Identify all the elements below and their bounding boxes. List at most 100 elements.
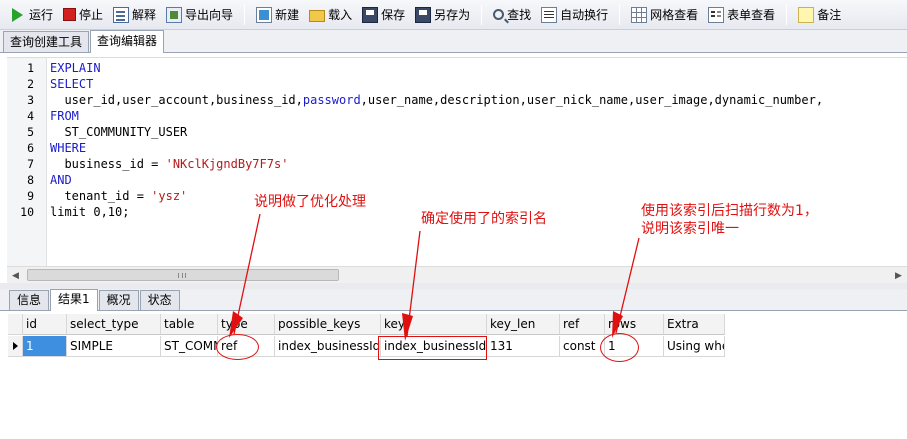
play-icon: [12, 7, 23, 22]
annotation-index-name: 确定使用了的索引名: [421, 211, 547, 227]
sql-string: 'ysz': [151, 189, 188, 203]
explain-button[interactable]: 解释: [108, 3, 161, 27]
sql-keyword: WHERE: [50, 141, 87, 155]
sql-string: 'NKclKjgndBy7F7s': [165, 157, 289, 171]
save-as-button[interactable]: 另存为: [410, 3, 475, 27]
code-line: EXPLAIN: [50, 60, 101, 76]
save-as-label: 另存为: [434, 8, 471, 22]
explain-label: 解释: [132, 8, 157, 22]
sql-text: tenant_id =: [50, 189, 152, 203]
sql-keyword: FROM: [50, 109, 79, 123]
new-icon: [256, 6, 273, 23]
memo-label: 备注: [817, 8, 842, 22]
tab-status[interactable]: 状态: [139, 290, 180, 310]
run-label: 运行: [29, 8, 54, 22]
column-header[interactable]: ref: [560, 314, 605, 335]
find-label: 查找: [507, 8, 532, 22]
new-button[interactable]: 新建: [251, 3, 304, 27]
grid-view-button[interactable]: 网格查看: [626, 3, 703, 27]
highlight-ellipse-type: [216, 334, 259, 360]
highlight-ellipse-rows: [600, 333, 639, 362]
code-line: FROM: [50, 108, 79, 124]
save-label: 保存: [381, 8, 406, 22]
code-line: ST_COMMUNITY_USER: [50, 124, 187, 140]
table-cell[interactable]: const: [560, 336, 605, 357]
table-cell[interactable]: 131: [487, 336, 560, 357]
form-view-label: 表单查看: [727, 8, 776, 22]
line-number: 10: [20, 205, 34, 219]
export-wizard-button[interactable]: 导出向导: [161, 3, 238, 27]
stop-icon: [63, 8, 77, 21]
code-line: SELECT: [50, 76, 93, 92]
tab-info[interactable]: 信息: [9, 290, 50, 310]
line-number: 6: [27, 141, 34, 155]
result-grid[interactable]: id select_type table type possible_keys …: [8, 314, 907, 439]
form-view-button[interactable]: 表单查看: [703, 3, 780, 27]
export-wizard-label: 导出向导: [185, 8, 234, 22]
sql-editor[interactable]: 1 2 3 4 5 6 7 8 9 10 EXPLAIN SELECT user…: [7, 57, 907, 267]
scroll-left-icon[interactable]: ◀: [7, 267, 24, 284]
word-wrap-button[interactable]: 自动换行: [536, 3, 613, 27]
column-header[interactable]: table: [161, 314, 218, 335]
column-header[interactable]: select_type: [67, 314, 161, 335]
search-icon: [493, 9, 505, 20]
column-header[interactable]: Extra: [664, 314, 725, 335]
load-button[interactable]: 载入: [304, 3, 357, 27]
save-button[interactable]: 保存: [357, 3, 410, 27]
editor-horizontal-scrollbar[interactable]: ◀ ▶: [7, 266, 907, 283]
tab-query-builder[interactable]: 查询创建工具: [3, 31, 90, 52]
column-header[interactable]: key_len: [487, 314, 560, 335]
annotation-rows-line2: 说明该索引唯一: [641, 221, 739, 237]
scrollbar-thumb[interactable]: [27, 269, 339, 281]
tab-profile[interactable]: 概况: [98, 290, 139, 310]
current-row-icon: [13, 342, 18, 350]
find-button[interactable]: 查找: [488, 3, 536, 27]
annotation-rows-line1: 使用该索引后扫描行数为1，: [641, 203, 818, 219]
toolbar: 运行 停止 解释 导出向导 新建 载入 保存 另存为 查找 自动换行 网格查看 …: [0, 0, 907, 30]
toolbar-separator: [244, 4, 246, 25]
editor-tab-bar: 查询创建工具 查询编辑器: [0, 30, 907, 53]
export-icon: [166, 6, 183, 23]
column-header[interactable]: type: [218, 314, 275, 335]
line-number: 8: [27, 173, 34, 187]
scroll-right-icon[interactable]: ▶: [890, 267, 907, 284]
table-cell[interactable]: ST_COMMUNITY_USER: [161, 336, 218, 357]
column-header[interactable]: key: [381, 314, 487, 335]
stop-label: 停止: [79, 8, 104, 22]
memo-button[interactable]: 备注: [793, 3, 846, 27]
explain-icon: [113, 6, 130, 23]
code-line: limit 0,10;: [50, 204, 129, 220]
column-header[interactable]: rows: [605, 314, 664, 335]
word-wrap-icon: [541, 6, 558, 23]
code-line: WHERE: [50, 140, 86, 156]
table-cell[interactable]: 1: [23, 336, 67, 357]
line-number: 2: [27, 77, 34, 91]
sql-keyword: SELECT: [50, 77, 94, 91]
line-number: 3: [27, 93, 34, 107]
new-label: 新建: [275, 8, 300, 22]
stop-button[interactable]: 停止: [58, 3, 108, 27]
tab-query-editor[interactable]: 查询编辑器: [90, 30, 165, 53]
note-icon: [798, 6, 815, 23]
sql-text: business_id =: [50, 157, 166, 171]
code-line: tenant_id = 'ysz': [50, 188, 187, 204]
column-header[interactable]: possible_keys: [275, 314, 381, 335]
line-number: 9: [27, 189, 34, 203]
highlight-box-key: [378, 336, 487, 360]
row-indicator[interactable]: [8, 336, 23, 357]
line-number: 7: [27, 157, 34, 171]
code-line: AND: [50, 172, 72, 188]
tab-result1[interactable]: 结果1: [50, 289, 98, 311]
table-cell[interactable]: SIMPLE: [67, 336, 161, 357]
load-label: 载入: [328, 8, 353, 22]
table-cell[interactable]: Using where: [664, 336, 725, 357]
annotation-optimized: 说明做了优化处理: [254, 194, 366, 210]
sql-keyword: password: [302, 93, 361, 107]
run-button[interactable]: 运行: [4, 3, 58, 27]
table-cell[interactable]: index_businessId: [275, 336, 381, 357]
folder-icon: [309, 9, 326, 22]
save-icon: [362, 6, 379, 23]
toolbar-separator: [481, 4, 483, 25]
column-header[interactable]: id: [23, 314, 67, 335]
result-tab-bar: 信息 结果1 概况 状态: [0, 289, 907, 311]
